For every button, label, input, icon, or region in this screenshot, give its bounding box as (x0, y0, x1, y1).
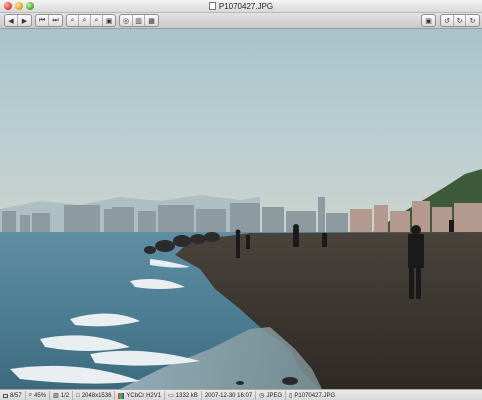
zoom-group: ⌕ ⌕ ⌕ ▣ (66, 14, 116, 27)
color-icon (118, 392, 125, 399)
title-wrap: P1070427.JPG (0, 0, 482, 12)
status-dimensions: □ 2048x1536 (73, 391, 116, 400)
document-icon (208, 2, 216, 10)
window-title: P1070427.JPG (218, 1, 274, 11)
format-text: JPEG (266, 392, 283, 399)
dimensions-text: 2048x1536 (81, 392, 112, 399)
zoom-in-button[interactable]: ⌕ (67, 15, 79, 26)
rotate-left-button[interactable]: ↺ (441, 15, 454, 26)
nav-group: ◀ ▶ (4, 14, 32, 27)
status-filename: ▯ P1070427.JPG (286, 391, 338, 400)
position-text: 8/57 (10, 392, 22, 399)
status-date: 2007-12-30 16:07 (202, 391, 257, 400)
file-icon: ▯ (289, 393, 293, 399)
filesize-text: 1332 kB (175, 392, 198, 399)
rotate-group: ↺ ↻ ↻ (440, 14, 480, 27)
zoom-icon: ⌕ (28, 392, 33, 398)
status-zoom: ⌕ 45% (26, 391, 51, 400)
image-icon (3, 393, 8, 398)
status-format: ◷ JPEG (256, 391, 287, 400)
single-page-button[interactable]: ▥ (133, 15, 145, 26)
zoom-text: 45% (34, 392, 47, 399)
status-color: YCbCr H2V1 (115, 391, 166, 400)
film-icon: ▥ (53, 393, 59, 399)
first-image-button[interactable]: ⏮ (36, 15, 49, 26)
flip-button[interactable]: ↻ (466, 15, 479, 26)
toolbar: ◀ ▶ ⏮ ⏭ ⌕ ⌕ ⌕ ▣ ◎ ▥ ▦ ▣ ↺ ↻ ↻ (0, 13, 482, 29)
clock-icon: ◷ (259, 393, 265, 399)
jump-group: ⏮ ⏭ (35, 14, 63, 27)
pages-text: 1/2 (60, 392, 70, 399)
view-group: ◎ ▥ ▦ (119, 14, 159, 27)
thumbnails-button[interactable]: ▦ (145, 15, 158, 26)
info-panel-button[interactable]: ▣ (422, 15, 435, 26)
color-text: YCbCr H2V1 (126, 392, 162, 399)
frame-icon: □ (76, 392, 80, 399)
next-image-button[interactable]: ▶ (18, 15, 31, 26)
zoom-out-button[interactable]: ⌕ (79, 15, 91, 26)
zoom-actual-button[interactable]: ⌕ (91, 15, 103, 26)
last-image-button[interactable]: ⏭ (49, 15, 62, 26)
filename-text: P1070427.JPG (294, 392, 336, 399)
status-position: 8/57 (0, 391, 26, 400)
photo-canvas[interactable] (0, 29, 482, 389)
image-viewer-window: P1070427.JPG ◀ ▶ ⏮ ⏭ ⌕ ⌕ ⌕ ▣ ◎ ▥ ▦ ▣ ↺ ↻ (0, 0, 482, 400)
status-pages: ▥ 1/2 (50, 391, 74, 400)
date-text: 2007-12-30 16:07 (204, 392, 253, 399)
rotate-right-button[interactable]: ↻ (454, 15, 466, 26)
zoom-fit-button[interactable]: ▣ (103, 15, 115, 26)
disk-icon: ▭ (168, 393, 174, 399)
previous-image-button[interactable]: ◀ (5, 15, 18, 26)
slideshow-button[interactable]: ◎ (120, 15, 133, 26)
status-bar: 8/57 ⌕ 45% ▥ 1/2 □ 2048x1536 YCbCr H2V1 … (0, 389, 482, 400)
status-filesize: ▭ 1332 kB (165, 391, 202, 400)
info-group: ▣ (421, 14, 436, 27)
photo-image (0, 29, 482, 389)
title-bar: P1070427.JPG (0, 0, 482, 13)
